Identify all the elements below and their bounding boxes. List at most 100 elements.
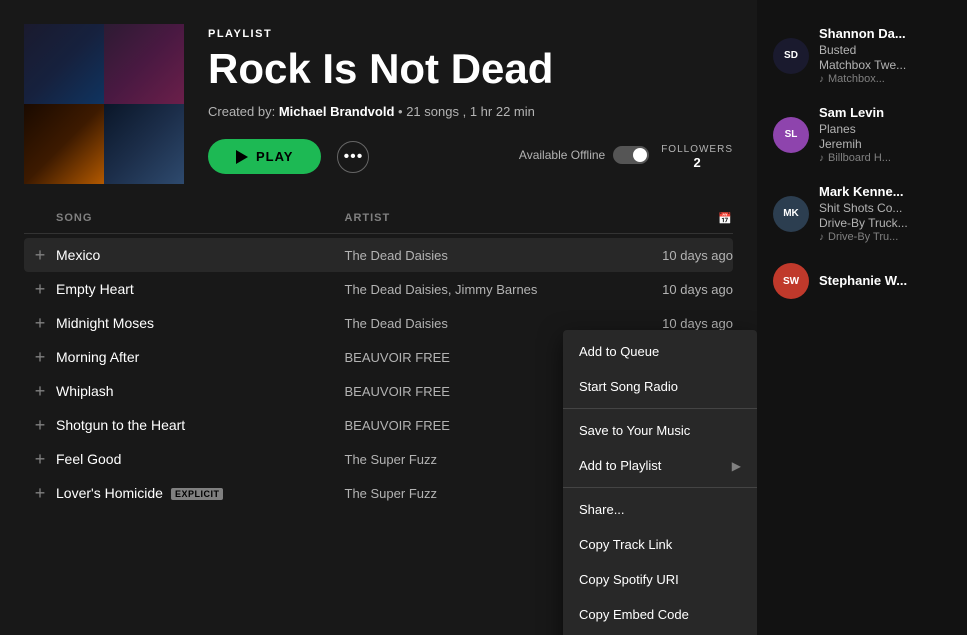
song-date: 10 days ago (633, 282, 733, 297)
playlist-header: PLAYLIST Rock Is Not Dead Created by: Mi… (0, 0, 757, 204)
meta-sep: , (463, 104, 470, 119)
menu-item-2[interactable]: Save to Your Music (563, 408, 757, 448)
play-icon (236, 150, 248, 164)
duration: 1 hr 22 min (470, 104, 535, 119)
menu-item-label-5: Copy Track Link (579, 537, 672, 552)
menu-item-1[interactable]: Start Song Radio (563, 369, 757, 404)
song-name: Shotgun to the Heart (56, 417, 345, 433)
album-mosaic (24, 24, 184, 184)
followers-block: FOLLOWERS 2 (661, 144, 733, 170)
more-button[interactable]: ••• (337, 141, 369, 173)
table-row[interactable]: + Mexico The Dead Daisies 10 days ago (24, 238, 733, 272)
plus-icon: + (35, 280, 46, 298)
playlist-meta: Created by: Michael Brandvold • 21 songs… (208, 104, 733, 119)
user-avatar-1: SL (773, 117, 809, 153)
plus-icon: + (35, 314, 46, 332)
user-row-1: SL Sam Levin Planes Jeremih ♪ Billboard … (773, 105, 951, 164)
mosaic-bl (24, 104, 104, 184)
menu-item-3[interactable]: Add to Playlist ▶ (563, 448, 757, 483)
col-empty (24, 212, 56, 225)
user-track2-1: Jeremih (819, 137, 891, 151)
menu-item-label-3: Add to Playlist (579, 458, 661, 473)
user-source-0: ♪ Matchbox... (819, 73, 906, 85)
user-avatar-3: SW (773, 263, 809, 299)
offline-label: Available Offline (519, 148, 605, 162)
table-row[interactable]: + Empty Heart The Dead Daisies, Jimmy Ba… (24, 272, 733, 306)
song-date: 10 days ago (633, 316, 733, 331)
context-menu: Add to Queue Start Song Radio Save to Yo… (563, 330, 757, 635)
user-info-0: Shannon Da... Busted Matchbox Twe... ♪ M… (819, 26, 906, 85)
submenu-arrow-icon: ▶ (732, 459, 741, 473)
menu-item-4[interactable]: Share... (563, 487, 757, 527)
user-row-2: MK Mark Kenne... Shit Shots Co... Drive-… (773, 184, 951, 243)
menu-item-5[interactable]: Copy Track Link (563, 527, 757, 562)
song-count: 21 songs (406, 104, 459, 119)
row-add-2[interactable]: + (24, 314, 56, 332)
user-info-2: Mark Kenne... Shit Shots Co... Drive-By … (819, 184, 908, 243)
plus-icon: + (35, 450, 46, 468)
playlist-type: PLAYLIST (208, 28, 733, 40)
col-date-header: 📅 (633, 212, 733, 225)
menu-item-label-0: Add to Queue (579, 344, 659, 359)
app-container: PLAYLIST Rock Is Not Dead Created by: Mi… (0, 0, 967, 635)
song-name: Empty Heart (56, 281, 345, 297)
play-label: PLAY (256, 149, 293, 164)
avatar-initials: MK (783, 208, 799, 219)
song-name: Feel Good (56, 451, 345, 467)
user-track1-0: Busted (819, 43, 906, 57)
explicit-badge: EXPLICIT (171, 488, 224, 500)
music-note-icon: ♪ (819, 74, 824, 85)
sidebar-user-3[interactable]: SW Stephanie W... (757, 253, 967, 309)
offline-toggle[interactable] (613, 146, 649, 164)
sidebar-user-2[interactable]: MK Mark Kenne... Shit Shots Co... Drive-… (757, 174, 967, 253)
offline-section: Available Offline (519, 142, 649, 172)
playlist-info: PLAYLIST Rock Is Not Dead Created by: Mi… (208, 24, 733, 174)
source-text: Drive-By Tru... (828, 231, 898, 243)
song-name: Whiplash (56, 383, 345, 399)
user-source-1: ♪ Billboard H... (819, 152, 891, 164)
source-text: Billboard H... (828, 152, 891, 164)
play-button[interactable]: PLAY (208, 139, 321, 174)
playlist-controls: PLAY ••• Available Offline (208, 139, 733, 174)
plus-icon: + (35, 484, 46, 502)
row-add-5[interactable]: + (24, 416, 56, 434)
col-artist-header: ARTIST (345, 212, 634, 225)
row-add-4[interactable]: + (24, 382, 56, 400)
row-add-1[interactable]: + (24, 280, 56, 298)
row-add-7[interactable]: + (24, 484, 56, 502)
song-name: Midnight Moses (56, 315, 345, 331)
sidebar-user-1[interactable]: SL Sam Levin Planes Jeremih ♪ Billboard … (757, 95, 967, 174)
menu-item-label-6: Copy Spotify URI (579, 572, 679, 587)
playlist-title: Rock Is Not Dead (208, 46, 733, 92)
controls-left: PLAY ••• (208, 139, 369, 174)
plus-icon: + (35, 416, 46, 434)
user-track2-2: Drive-By Truck... (819, 216, 908, 230)
sidebar-user-0[interactable]: SD Shannon Da... Busted Matchbox Twe... … (757, 16, 967, 95)
col-song-header: SONG (56, 212, 345, 225)
mosaic-br (104, 104, 184, 184)
ellipsis-icon: ••• (344, 148, 364, 166)
user-name-0: Shannon Da... (819, 26, 906, 41)
playlist-area: PLAYLIST Rock Is Not Dead Created by: Mi… (0, 0, 757, 635)
right-sidebar: SD Shannon Da... Busted Matchbox Twe... … (757, 0, 967, 635)
menu-item-0[interactable]: Add to Queue (563, 334, 757, 369)
user-name-3: Stephanie W... (819, 273, 907, 288)
menu-item-7[interactable]: Copy Embed Code (563, 597, 757, 632)
menu-item-label-4: Share... (579, 502, 625, 517)
user-name-2: Mark Kenne... (819, 184, 908, 199)
song-artist: The Dead Daisies, Jimmy Barnes (345, 282, 634, 297)
row-add-3[interactable]: + (24, 348, 56, 366)
user-info-1: Sam Levin Planes Jeremih ♪ Billboard H..… (819, 105, 891, 164)
user-avatar-2: MK (773, 196, 809, 232)
row-add-6[interactable]: + (24, 450, 56, 468)
row-add-0[interactable]: + (24, 246, 56, 264)
user-row-3: SW Stephanie W... (773, 263, 951, 299)
mosaic-tr (104, 24, 184, 104)
avatar-initials: SW (783, 276, 799, 287)
followers-count: 2 (661, 155, 733, 170)
user-source-2: ♪ Drive-By Tru... (819, 231, 908, 243)
menu-item-6[interactable]: Copy Spotify URI (563, 562, 757, 597)
creator-name: Michael Brandvold (279, 104, 395, 119)
user-avatar-0: SD (773, 38, 809, 74)
user-info-3: Stephanie W... (819, 273, 907, 290)
